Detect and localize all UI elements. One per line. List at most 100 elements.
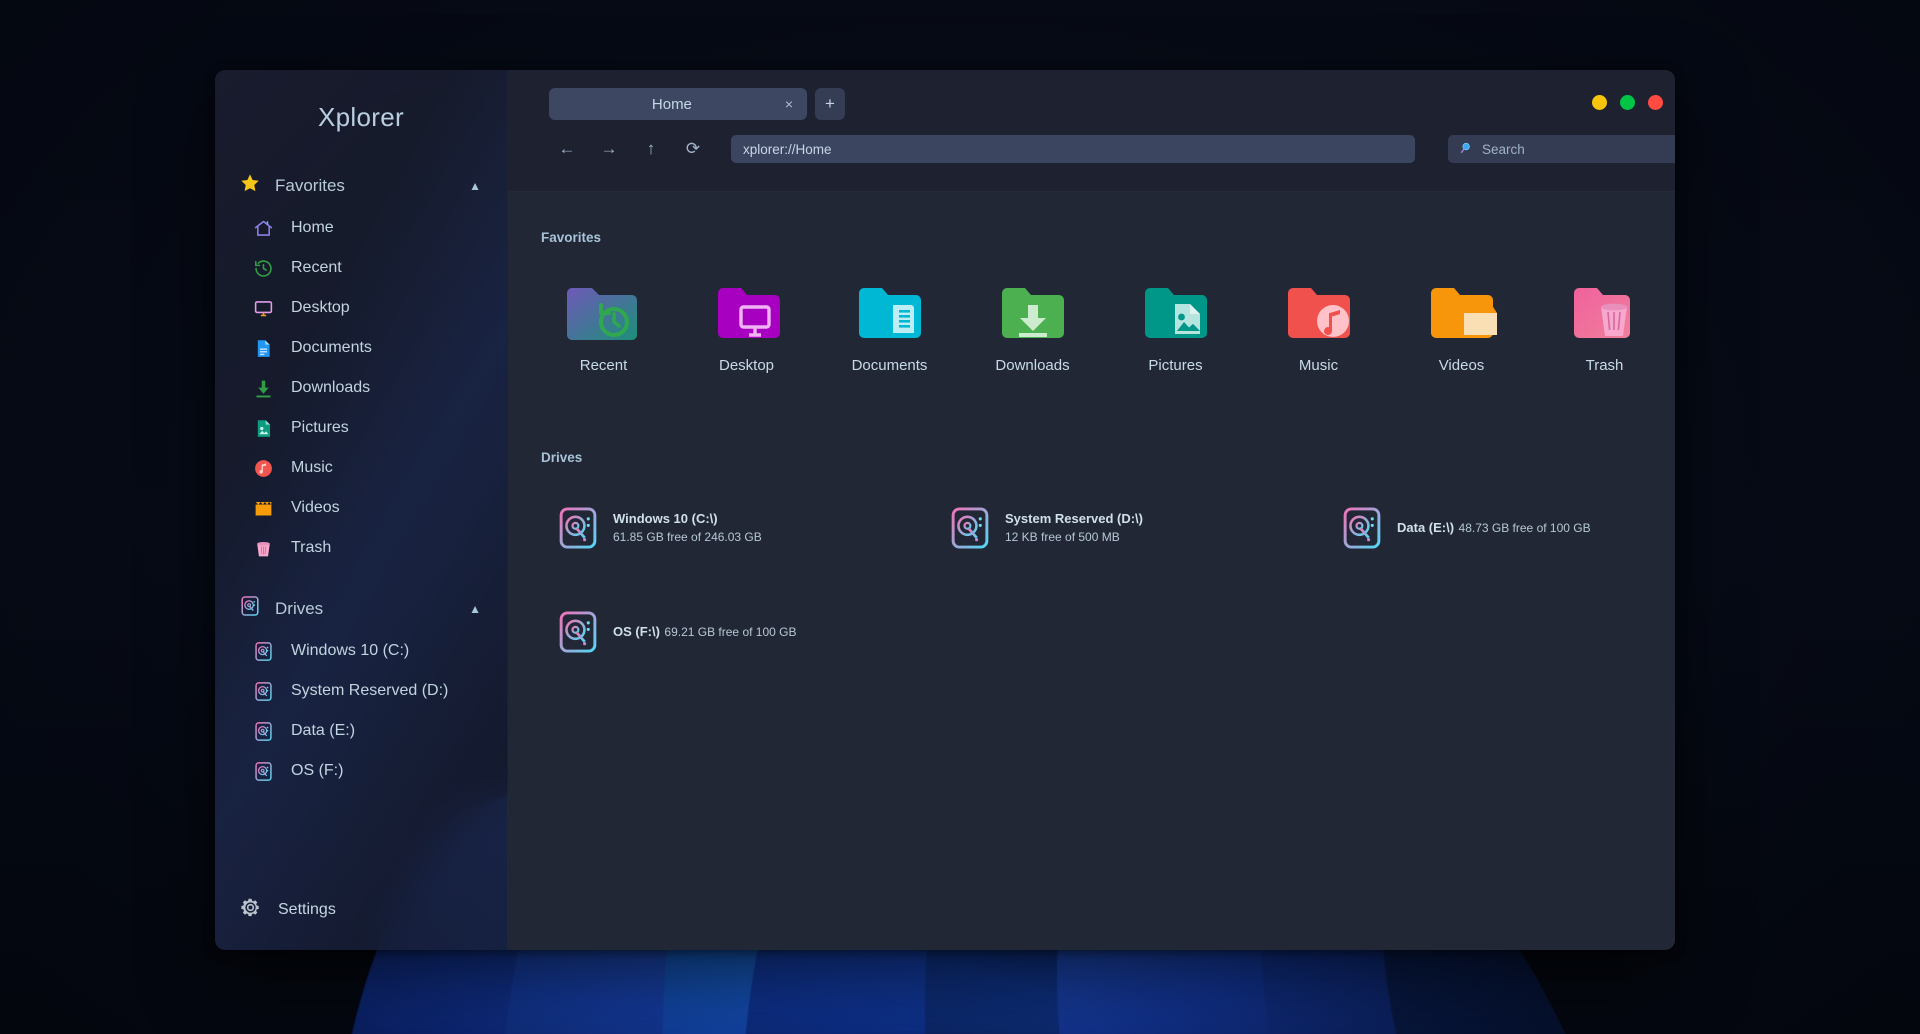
sidebar-item-label: Trash: [291, 539, 332, 556]
folder-recent-icon: [565, 283, 643, 345]
sidebar-item-videos[interactable]: Videos: [215, 488, 507, 528]
drive-name: OS (F:\): [613, 624, 660, 639]
sidebar-item-music[interactable]: Music: [215, 448, 507, 488]
drive-usage-text: 48.73 GB free of 100 GB: [1458, 521, 1591, 535]
sidebar-item-label: System Reserved (D:): [291, 682, 449, 699]
sidebar-item-trash[interactable]: Trash: [215, 528, 507, 568]
sidebar-section-drives[interactable]: Drives ▲: [215, 586, 507, 631]
sidebar-section-label: Favorites: [275, 175, 345, 195]
tab-close-icon[interactable]: ×: [783, 96, 795, 112]
xplorer-window: Xplorer Favorites ▲ Home Recent Desktop …: [215, 70, 1675, 950]
search-placeholder: Search: [1482, 141, 1525, 157]
sidebar-item-label: Windows 10 (C:): [291, 642, 410, 659]
drive-card-f[interactable]: OS (F:\) 69.21 GB free of 100 GB: [548, 601, 868, 663]
back-button[interactable]: ←: [550, 134, 584, 164]
hard-drive-icon: [239, 595, 261, 622]
folder-trash[interactable]: Trash: [1533, 277, 1675, 384]
folder-pictures[interactable]: Pictures: [1104, 277, 1247, 384]
folder-label: Trash: [1585, 357, 1624, 374]
folder-downloads[interactable]: Downloads: [961, 277, 1104, 384]
folder-label: Recent: [579, 357, 628, 374]
refresh-button[interactable]: ⟳: [676, 134, 710, 164]
sidebar-item-label: Documents: [291, 339, 372, 356]
content-area: Favorites Recent Desktop Documents Downl…: [508, 192, 1675, 950]
address-value: xplorer://Home: [743, 141, 832, 157]
folder-documents[interactable]: Documents: [818, 277, 961, 384]
maximize-button[interactable]: [1620, 95, 1635, 110]
sidebar-item-pictures[interactable]: Pictures: [215, 408, 507, 448]
home-icon: [251, 216, 275, 240]
sidebar-item-recent[interactable]: Recent: [215, 248, 507, 288]
sidebar-item-drive-d[interactable]: System Reserved (D:): [215, 671, 507, 711]
up-button[interactable]: ↑: [634, 134, 668, 164]
sidebar-item-label: Downloads: [291, 379, 371, 396]
search-input[interactable]: Search: [1448, 135, 1675, 163]
toolbar: Home × + ← → ↑ ⟳ xplorer://Home Search: [508, 70, 1675, 192]
hard-drive-icon: [556, 503, 600, 553]
folder-desktop-icon: [708, 283, 786, 345]
main-panel: Home × + ← → ↑ ⟳ xplorer://Home Search F…: [508, 70, 1675, 950]
new-tab-button[interactable]: +: [815, 88, 845, 120]
sidebar-item-settings[interactable]: Settings: [215, 882, 507, 950]
music-note-icon: [251, 456, 275, 480]
folder-label: Pictures: [1148, 357, 1203, 374]
sidebar-item-label: Music: [291, 459, 333, 476]
sidebar-item-desktop[interactable]: Desktop: [215, 288, 507, 328]
close-button[interactable]: [1648, 95, 1663, 110]
favorites-grid: Recent Desktop Documents Downloads Pictu…: [508, 277, 1675, 384]
sidebar-section-favorites[interactable]: Favorites ▲: [215, 163, 507, 208]
folder-videos[interactable]: Videos: [1390, 277, 1533, 384]
drive-name: Windows 10 (C:\): [613, 511, 718, 526]
video-clapper-icon: [251, 496, 275, 520]
sidebar-item-label: OS (F:): [291, 762, 344, 779]
drives-section-title: Drives: [541, 450, 583, 465]
drive-name: Data (E:\): [1397, 520, 1455, 535]
drives-grid: Windows 10 (C:\) 61.85 GB free of 246.03…: [508, 497, 1675, 663]
sidebar-item-home[interactable]: Home: [215, 208, 507, 248]
hard-drive-icon: [251, 759, 275, 783]
sidebar-section-label: Drives: [275, 598, 324, 618]
chevron-up-icon[interactable]: ▲: [469, 180, 481, 192]
hard-drive-icon: [251, 719, 275, 743]
drive-card-d[interactable]: System Reserved (D:\) 12 KB free of 500 …: [940, 497, 1260, 559]
sidebar-item-label: Recent: [291, 259, 342, 276]
forward-button[interactable]: →: [592, 134, 626, 164]
drive-usage-text: 69.21 GB free of 100 GB: [664, 625, 797, 639]
tab-home[interactable]: Home ×: [549, 88, 807, 120]
sidebar-item-documents[interactable]: Documents: [215, 328, 507, 368]
folder-downloads-icon: [994, 283, 1072, 345]
address-input[interactable]: xplorer://Home: [731, 135, 1415, 163]
hard-drive-icon: [251, 639, 275, 663]
sidebar-item-drive-f[interactable]: OS (F:): [215, 751, 507, 791]
sidebar-item-label: Videos: [291, 499, 340, 516]
chevron-up-icon[interactable]: ▲: [469, 603, 481, 615]
desktop-monitor-icon: [251, 296, 275, 320]
sidebar-item-label: Pictures: [291, 419, 349, 436]
window-controls: [1592, 95, 1663, 110]
navigation-row: ← → ↑ ⟳ xplorer://Home Search: [508, 120, 1675, 164]
sidebar-item-drive-e[interactable]: Data (E:): [215, 711, 507, 751]
drive-usage-text: 12 KB free of 500 MB: [1005, 530, 1120, 544]
minimize-button[interactable]: [1592, 95, 1607, 110]
folder-documents-icon: [851, 283, 929, 345]
folder-desktop[interactable]: Desktop: [675, 277, 818, 384]
folder-recent[interactable]: Recent: [532, 277, 675, 384]
drive-card-c[interactable]: Windows 10 (C:\) 61.85 GB free of 246.03…: [548, 497, 868, 559]
drive-card-e[interactable]: Data (E:\) 48.73 GB free of 100 GB: [1332, 497, 1652, 559]
favorites-section-title: Favorites: [541, 230, 602, 245]
hard-drive-icon: [948, 503, 992, 553]
download-arrow-icon: [251, 376, 275, 400]
hard-drive-icon: [1340, 503, 1384, 553]
folder-label: Desktop: [718, 357, 775, 374]
sidebar-item-label: Desktop: [291, 299, 350, 316]
sidebar-item-downloads[interactable]: Downloads: [215, 368, 507, 408]
sidebar-item-drive-c[interactable]: Windows 10 (C:): [215, 631, 507, 671]
star-icon: [239, 172, 261, 199]
sidebar-item-label: Home: [291, 219, 334, 236]
folder-label: Music: [1298, 357, 1339, 374]
sidebar: Xplorer Favorites ▲ Home Recent Desktop …: [215, 70, 508, 950]
folder-music-icon: [1280, 283, 1358, 345]
trash-icon: [251, 536, 275, 560]
folder-music[interactable]: Music: [1247, 277, 1390, 384]
